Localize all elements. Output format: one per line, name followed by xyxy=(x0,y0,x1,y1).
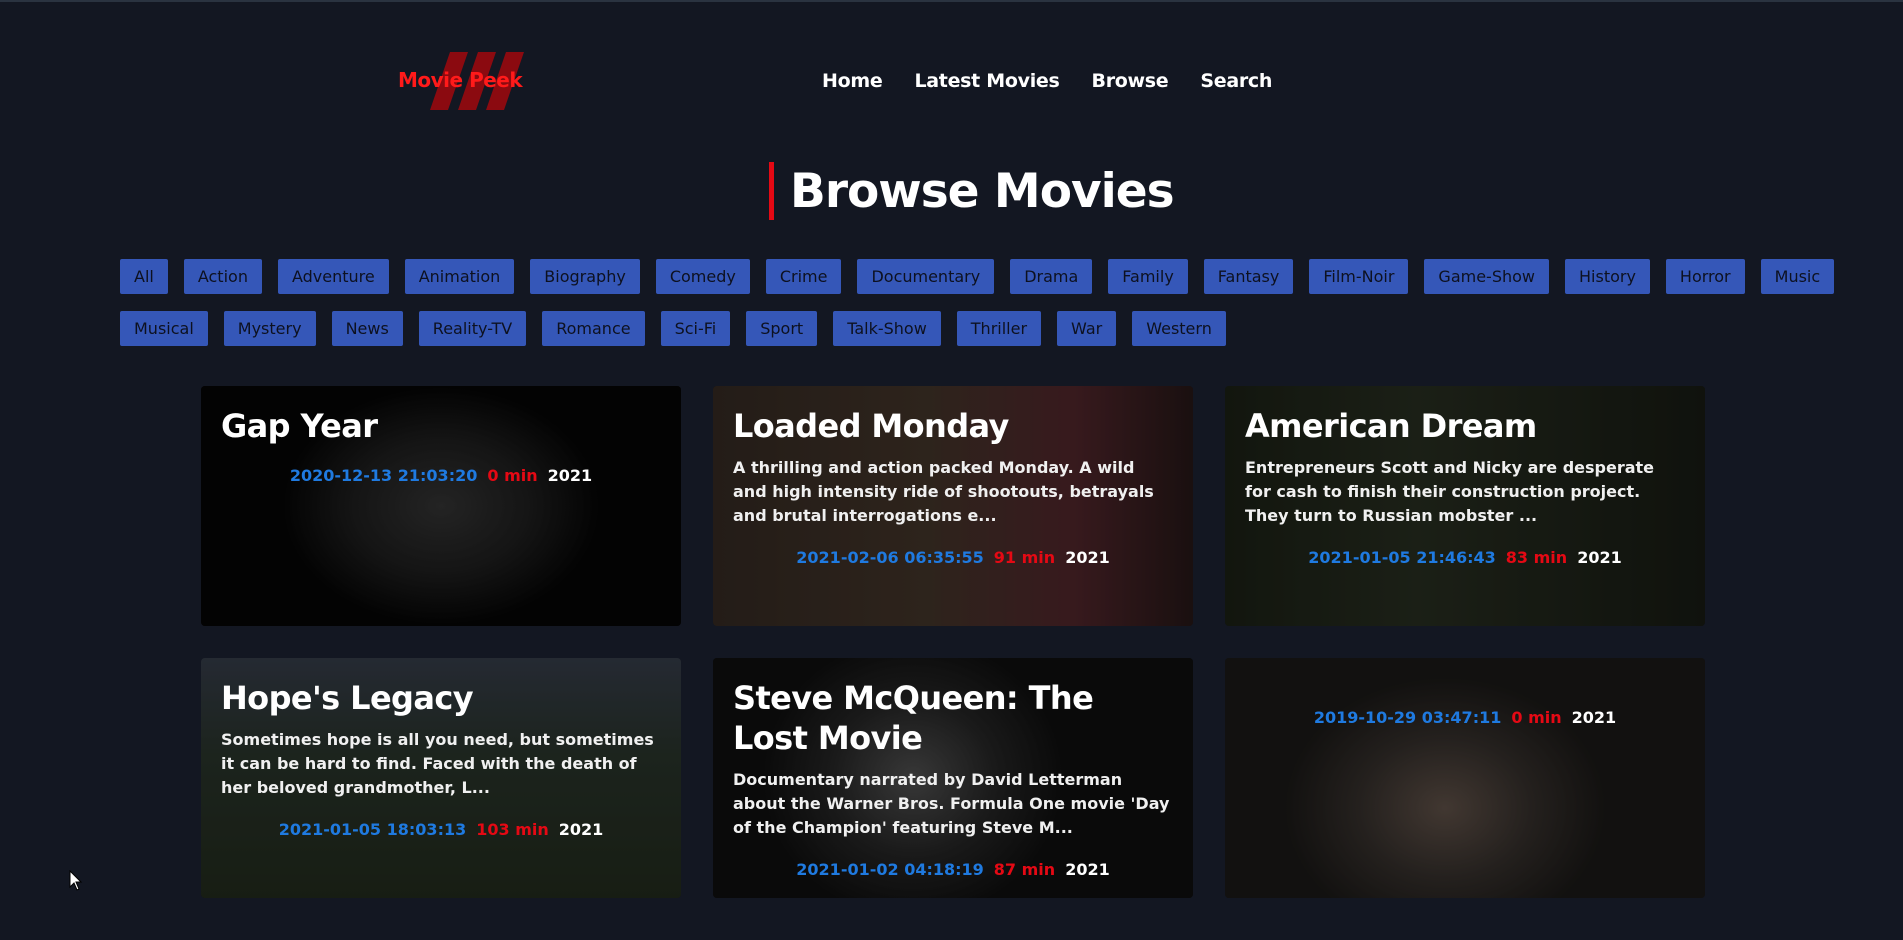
genre-game-show[interactable]: Game-Show xyxy=(1424,259,1549,294)
movie-date: 2019-10-29 03:47:11 xyxy=(1313,708,1502,727)
movie-runtime: 0 min xyxy=(487,466,538,485)
movie-description: Documentary narrated by David Letterman … xyxy=(733,770,1170,837)
genre-thriller[interactable]: Thriller xyxy=(956,311,1042,346)
site-header: Movie Peek Home Latest Movies Browse Sea… xyxy=(0,0,1903,150)
page-title: Browse Movies xyxy=(790,163,1175,219)
movie-runtime: 87 min xyxy=(993,860,1056,879)
genre-war[interactable]: War xyxy=(1057,311,1117,346)
genre-history[interactable]: History xyxy=(1565,259,1650,294)
mouse-cursor-icon xyxy=(69,870,83,891)
genre-reality-tv[interactable]: Reality-TV xyxy=(418,311,527,346)
movie-date: 2021-01-02 04:18:19 xyxy=(796,860,984,879)
movie-year: 2021 xyxy=(1571,708,1617,727)
genre-row-1: All Action Adventure Animation Biography… xyxy=(120,259,1835,294)
movie-card[interactable]: Hope's Legacy Sometimes hope is all you … xyxy=(201,658,681,898)
genre-biography[interactable]: Biography xyxy=(530,259,640,294)
movie-runtime: 103 min xyxy=(476,820,549,839)
genre-talk-show[interactable]: Talk-Show xyxy=(833,311,941,346)
movie-year: 2021 xyxy=(1577,548,1622,567)
movie-date: 2021-01-05 18:03:13 xyxy=(278,820,467,839)
genre-sci-fi[interactable]: Sci-Fi xyxy=(660,311,731,346)
movie-date: 2021-02-06 06:35:55 xyxy=(796,548,984,567)
genre-news[interactable]: News xyxy=(331,311,403,346)
genre-romance[interactable]: Romance xyxy=(542,311,645,346)
movie-date: 2020-12-13 21:03:20 xyxy=(289,466,478,485)
movie-runtime: 83 min xyxy=(1505,548,1568,567)
movie-card[interactable]: 2019-10-29 03:47:11 0 min 2021 xyxy=(1225,658,1705,898)
title-accent-bar xyxy=(769,162,774,220)
movie-card[interactable]: American Dream Entrepreneurs Scott and N… xyxy=(1225,386,1705,626)
movie-meta: 2020-12-13 21:03:20 0 min 2021 xyxy=(221,466,661,485)
card-content: Gap Year 2020-12-13 21:03:20 0 min 2021 xyxy=(221,406,661,485)
card-content: Loaded Monday A thrilling and action pac… xyxy=(733,406,1173,567)
movie-runtime: 0 min xyxy=(1511,708,1562,727)
page-title-block: Browse Movies xyxy=(769,162,1175,220)
movie-meta: 2021-01-02 04:18:19 87 min 2021 xyxy=(733,860,1173,879)
movie-year: 2021 xyxy=(547,466,593,485)
movie-card[interactable]: Gap Year 2020-12-13 21:03:20 0 min 2021 xyxy=(201,386,681,626)
genre-adventure[interactable]: Adventure xyxy=(277,259,389,294)
card-content: 2019-10-29 03:47:11 0 min 2021 xyxy=(1245,678,1685,727)
genre-animation[interactable]: Animation xyxy=(404,259,515,294)
logo-text: Movie Peek xyxy=(398,68,523,92)
movie-title[interactable]: Steve McQueen: The Lost Movie xyxy=(733,678,1173,758)
genre-family[interactable]: Family xyxy=(1108,259,1188,294)
genre-drama[interactable]: Drama xyxy=(1010,259,1093,294)
movie-description: Sometimes hope is all you need, but some… xyxy=(221,730,654,797)
genre-filter: All Action Adventure Animation Biography… xyxy=(120,259,1835,363)
site-logo[interactable]: Movie Peek xyxy=(398,52,528,110)
movie-title[interactable]: Gap Year xyxy=(221,406,661,446)
nav-latest-movies[interactable]: Latest Movies xyxy=(914,70,1059,92)
nav-search[interactable]: Search xyxy=(1200,70,1272,92)
card-content: Steve McQueen: The Lost Movie Documentar… xyxy=(733,678,1173,879)
movie-date: 2021-01-05 21:46:43 xyxy=(1308,548,1496,567)
movie-runtime: 91 min xyxy=(993,548,1056,567)
genre-film-noir[interactable]: Film-Noir xyxy=(1309,259,1409,294)
card-content: Hope's Legacy Sometimes hope is all you … xyxy=(221,678,661,839)
movie-year: 2021 xyxy=(1065,548,1110,567)
card-content: American Dream Entrepreneurs Scott and N… xyxy=(1245,406,1685,567)
genre-action[interactable]: Action xyxy=(183,259,262,294)
genre-fantasy[interactable]: Fantasy xyxy=(1203,259,1294,294)
genre-comedy[interactable]: Comedy xyxy=(655,259,750,294)
movie-year: 2021 xyxy=(558,820,604,839)
movie-description: Entrepreneurs Scott and Nicky are desper… xyxy=(1245,458,1655,525)
nav-browse[interactable]: Browse xyxy=(1092,70,1169,92)
movie-title[interactable]: American Dream xyxy=(1245,406,1685,446)
genre-crime[interactable]: Crime xyxy=(765,259,842,294)
movie-meta: 2021-01-05 21:46:43 83 min 2021 xyxy=(1245,548,1685,567)
genre-all[interactable]: All xyxy=(120,259,168,294)
movie-meta: 2021-02-06 06:35:55 91 min 2021 xyxy=(733,548,1173,567)
genre-music[interactable]: Music xyxy=(1760,259,1835,294)
movie-meta: 2019-10-29 03:47:11 0 min 2021 xyxy=(1245,708,1685,727)
genre-mystery[interactable]: Mystery xyxy=(223,311,316,346)
main-nav: Home Latest Movies Browse Search xyxy=(822,70,1272,92)
movie-description: A thrilling and action packed Monday. A … xyxy=(733,458,1154,525)
genre-horror[interactable]: Horror xyxy=(1665,259,1745,294)
movie-year: 2021 xyxy=(1065,860,1110,879)
movie-title[interactable]: Loaded Monday xyxy=(733,406,1173,446)
movie-card[interactable]: Loaded Monday A thrilling and action pac… xyxy=(713,386,1193,626)
nav-home[interactable]: Home xyxy=(822,70,883,92)
movie-card[interactable]: Steve McQueen: The Lost Movie Documentar… xyxy=(713,658,1193,898)
genre-documentary[interactable]: Documentary xyxy=(857,259,995,294)
genre-sport[interactable]: Sport xyxy=(746,311,818,346)
movie-meta: 2021-01-05 18:03:13 103 min 2021 xyxy=(221,820,661,839)
genre-western[interactable]: Western xyxy=(1132,311,1226,346)
movie-title[interactable]: Hope's Legacy xyxy=(221,678,661,718)
genre-musical[interactable]: Musical xyxy=(120,311,208,346)
genre-row-2: Musical Mystery News Reality-TV Romance … xyxy=(120,311,1800,346)
